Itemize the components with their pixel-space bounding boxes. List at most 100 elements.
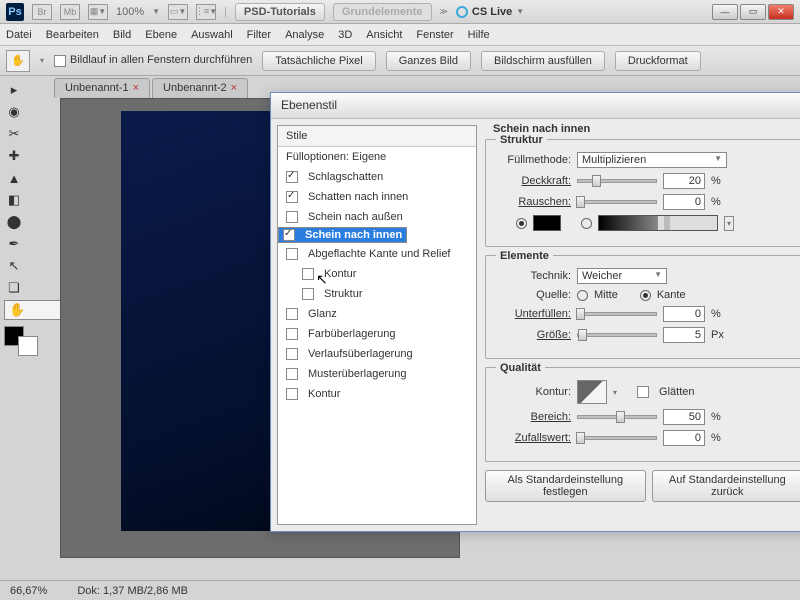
tab-close-icon[interactable]: × [231,82,237,95]
crop-tool-icon[interactable]: ✂ [4,124,24,144]
hand-tool-icon[interactable]: ✋ [6,50,30,72]
style-item-0[interactable]: Schlagschatten [278,167,476,187]
maximize-button[interactable]: ▭ [740,4,766,20]
menu-ansicht[interactable]: Ansicht [366,29,402,41]
style-check-icon[interactable] [286,191,298,203]
workspace-button-2[interactable]: Grundelemente [333,3,432,21]
color-swatches[interactable] [4,326,38,356]
chevron-down-icon[interactable]: ▼ [152,7,160,16]
style-check-icon[interactable] [302,268,314,280]
menu-fenster[interactable]: Fenster [416,29,453,41]
style-item-7[interactable]: Glanz [278,304,476,324]
style-item-6[interactable]: Struktur [278,284,476,304]
path-tool-icon[interactable]: ↖ [4,256,24,276]
menu-auswahl[interactable]: Auswahl [191,29,233,41]
style-item-10[interactable]: Musterüberlagerung [278,364,476,384]
menu-3d[interactable]: 3D [338,29,352,41]
fill-screen-button[interactable]: Bildschirm ausfüllen [481,51,605,71]
healing-tool-icon[interactable]: ✚ [4,146,24,166]
menu-filter[interactable]: Filter [247,29,271,41]
style-item-1[interactable]: Schatten nach innen [278,187,476,207]
opacity-input[interactable]: 20 [663,173,705,189]
choke-slider[interactable] [577,312,657,316]
style-check-icon[interactable] [286,308,298,320]
more-icon[interactable]: ≫ [440,7,448,16]
qualitat-group: Qualität Kontur: ▾ Glätten Bereich: 50 %… [485,367,800,462]
opacity-slider[interactable] [577,179,657,183]
style-item-2[interactable]: Schein nach außen [278,207,476,227]
gradient-picker[interactable] [598,215,718,231]
minimize-button[interactable]: — [712,4,738,20]
style-item-4[interactable]: Abgeflachte Kante und Relief [278,244,476,264]
technique-select[interactable]: Weicher▼ [577,268,667,284]
blendmode-select[interactable]: Multiplizieren▼ [577,152,727,168]
style-check-icon[interactable] [283,229,295,241]
color-radio[interactable] [516,218,527,229]
menu-datei[interactable]: Datei [6,29,32,41]
actual-pixels-button[interactable]: Tatsächliche Pixel [262,51,375,71]
tab-doc-1[interactable]: Unbenannt-1× [54,78,150,98]
source-center-radio[interactable] [577,290,588,301]
style-check-icon[interactable] [286,348,298,360]
reset-default-button[interactable]: Auf Standardeinstellung zurück [652,470,800,502]
style-item-11[interactable]: Kontur [278,384,476,404]
move-tool-icon[interactable]: ▸ [4,80,24,100]
style-check-icon[interactable] [286,368,298,380]
noise-slider[interactable] [577,200,657,204]
status-docsize[interactable]: Dok: 1,37 MB/2,86 MB [77,585,188,597]
lasso-tool-icon[interactable]: ◉ [4,102,24,122]
style-label: Struktur [324,288,363,300]
menu-hilfe[interactable]: Hilfe [468,29,490,41]
style-check-icon[interactable] [286,388,298,400]
workspace-button-1[interactable]: PSD-Tutorials [235,3,325,21]
print-size-button[interactable]: Druckformat [615,51,701,71]
minibridge-icon[interactable]: Mb [60,4,80,20]
eraser-tool-icon[interactable]: ◧ [4,190,24,210]
noise-input[interactable]: 0 [663,194,705,210]
jitter-slider[interactable] [577,436,657,440]
bridge-icon[interactable]: Br [32,4,52,20]
menu-bearbeiten[interactable]: Bearbeiten [46,29,99,41]
antialias-check[interactable] [637,386,649,398]
menu-ebene[interactable]: Ebene [145,29,177,41]
size-slider[interactable] [577,333,657,337]
style-check-icon[interactable] [286,328,298,340]
gradient-dropdown-icon[interactable]: ▾ [724,216,734,231]
range-slider[interactable] [577,415,657,419]
jitter-input[interactable]: 0 [663,430,705,446]
choke-input[interactable]: 0 [663,306,705,322]
size-input[interactable]: 5 [663,327,705,343]
close-button[interactable]: ✕ [768,4,794,20]
style-item-3[interactable]: Schein nach innen [278,227,407,243]
scroll-all-windows-check[interactable]: Bildlauf in allen Fenstern durchführen [54,54,252,66]
menu-bild[interactable]: Bild [113,29,131,41]
contour-picker[interactable] [577,380,607,404]
style-check-icon[interactable] [302,288,314,300]
arrange-icon[interactable]: ▦ ▼ [88,4,108,20]
style-item-5[interactable]: Kontur [278,264,476,284]
extras-icon[interactable]: ⋮≡ ▼ [196,4,216,20]
pen-tool-icon[interactable]: ✒ [4,234,24,254]
blur-tool-icon[interactable]: ⬤ [4,212,24,232]
style-item-9[interactable]: Verlaufsüberlagerung [278,344,476,364]
range-input[interactable]: 50 [663,409,705,425]
source-edge-radio[interactable] [640,290,651,301]
color-swatch[interactable] [533,215,561,231]
style-check-icon[interactable] [286,171,298,183]
style-check-icon[interactable] [286,211,298,223]
menu-analyse[interactable]: Analyse [285,29,324,41]
style-check-icon[interactable] [286,248,298,260]
cslive-button[interactable]: CS Live ▼ [456,6,524,18]
tab-close-icon[interactable]: × [133,82,139,95]
tab-doc-2[interactable]: Unbenannt-2× [152,78,248,98]
style-item-8[interactable]: Farbüberlagerung [278,324,476,344]
gradient-radio[interactable] [581,218,592,229]
zoom-level[interactable]: 100% [116,6,144,18]
status-zoom[interactable]: 66,67% [10,585,47,597]
fit-screen-button[interactable]: Ganzes Bild [386,51,471,71]
screenmode-icon[interactable]: ▭ ▼ [168,4,188,20]
3d-tool-icon[interactable]: ❏ [4,278,24,298]
fill-options[interactable]: Fülloptionen: Eigene [278,147,476,167]
stamp-tool-icon[interactable]: ▲ [4,168,24,188]
make-default-button[interactable]: Als Standardeinstellung festlegen [485,470,646,502]
